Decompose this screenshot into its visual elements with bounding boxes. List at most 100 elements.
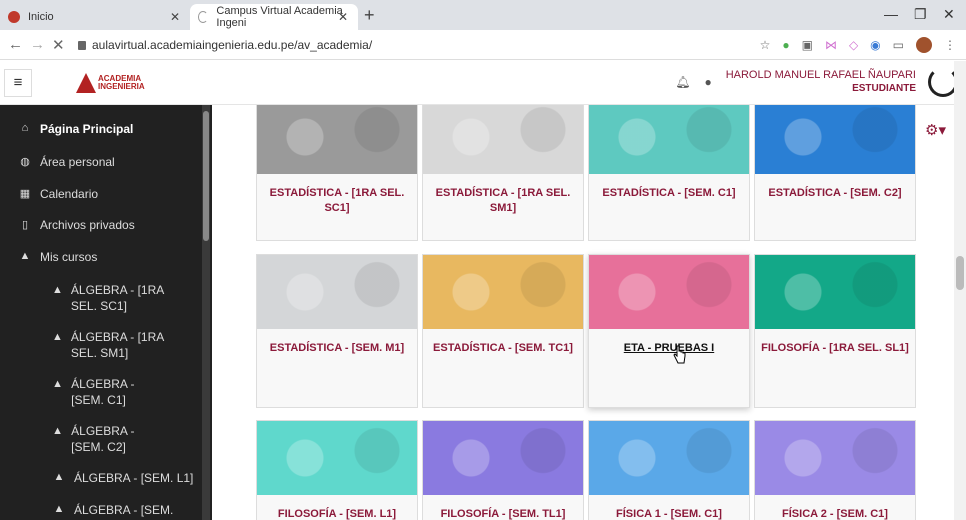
browser-tab-bar: Inicio ✕ Campus Virtual Academia Ingeni … — [0, 0, 966, 30]
sidebar-item-label: ÁLGEBRA - [SEM. C2] — [71, 424, 135, 454]
file-icon: ▯ — [21, 219, 29, 231]
course-image — [423, 255, 583, 329]
new-tab-button[interactable]: + — [364, 5, 375, 26]
course-image — [589, 255, 749, 329]
sidebar-item-mis-cursos[interactable]: ▲ Mis cursos — [18, 250, 212, 264]
course-title-link[interactable]: ESTADÍSTICA - [SEM. M1] — [257, 329, 417, 356]
bell-icon[interactable]: 🔔︎ — [675, 75, 690, 89]
site-favicon-icon — [8, 11, 20, 23]
user-area: 🔔︎ ● HAROLD MANUEL RAFAEL ÑAUPARI ESTUDI… — [675, 67, 958, 97]
home-icon: ⌂ — [21, 122, 29, 134]
course-image — [257, 105, 417, 174]
extension-icon[interactable]: ▣ — [802, 38, 813, 52]
tab-title: Campus Virtual Academia Ingeni — [216, 5, 343, 29]
sidebar-scrollbar[interactable] — [202, 105, 210, 520]
sidebar-item-area-personal[interactable]: ◍ Área personal — [18, 155, 212, 169]
hamburger-menu-button[interactable]: ≡ — [4, 69, 32, 97]
cast-icon[interactable]: ▭ — [893, 38, 904, 52]
extension-icon[interactable]: ◉ — [870, 38, 880, 52]
sidebar-item-label: Página Principal — [40, 122, 134, 136]
logo-line2: INGENIERIA — [98, 82, 145, 91]
course-title-link[interactable]: ETA - PRUEBAS I — [589, 329, 749, 356]
site-navbar: ≡ ACADEMIA INGENIERIA 🔔︎ ● HAROLD MANUEL… — [0, 61, 966, 105]
course-image — [257, 421, 417, 495]
course-card[interactable]: FILOSOFÍA - [SEM. L1] — [256, 420, 418, 520]
course-grid: ESTADÍSTICA - [1RA SEL. SC1] ESTADÍSTICA… — [212, 105, 954, 520]
sidebar-scroll-thumb[interactable] — [203, 111, 209, 241]
extension-icon[interactable]: ◇ — [849, 38, 858, 52]
tab-campus-virtual[interactable]: Campus Virtual Academia Ingeni ✕ — [190, 4, 358, 30]
page-scrollbar[interactable] — [954, 61, 966, 520]
sidebar-item-label: Mis cursos — [40, 250, 98, 264]
sidebar-item-pagina-principal[interactable]: ⌂ Página Principal — [18, 122, 212, 136]
course-card[interactable]: FILOSOFÍA - [1RA SEL. SL1] — [754, 254, 916, 408]
graduation-cap-icon: ▲ — [53, 503, 65, 515]
course-title-link[interactable]: ESTADÍSTICA - [SEM. C1] — [589, 174, 749, 201]
course-card[interactable]: ESTADÍSTICA - [SEM. TC1] — [422, 254, 584, 408]
star-icon[interactable]: ☆ — [760, 38, 771, 52]
close-window-icon[interactable]: ✕ — [943, 6, 955, 23]
close-tab-icon[interactable]: ✕ — [170, 10, 180, 24]
sidebar-item-label: ÁLGEBRA - [SEM. C1] — [71, 377, 135, 407]
course-title-link[interactable]: ESTADÍSTICA - [1RA SEL. SM1] — [423, 174, 583, 216]
extension-icon[interactable]: ● — [782, 38, 789, 52]
graduation-cap-icon: ▲ — [52, 425, 64, 437]
sidebar: ⌂ Página Principal ◍ Área personal ▦ Cal… — [0, 105, 212, 520]
course-card[interactable]: ESTADÍSTICA - [SEM. M1] — [256, 254, 418, 408]
graduation-cap-icon: ▲ — [53, 471, 65, 483]
sidebar-item-archivos-privados[interactable]: ▯ Archivos privados — [18, 218, 212, 232]
stop-icon[interactable]: ✕ — [52, 36, 65, 54]
hand-cursor-icon — [673, 345, 686, 364]
course-card[interactable]: ESTADÍSTICA - [SEM. C2] — [754, 105, 916, 241]
site-logo[interactable]: ACADEMIA INGENIERIA — [76, 73, 145, 93]
close-tab-icon[interactable]: ✕ — [338, 10, 348, 24]
address-bar-row: ← → ✕ aulavirtual.academiaingenieria.edu… — [0, 30, 966, 60]
menu-dots-icon[interactable]: ⋮ — [944, 38, 956, 52]
course-card[interactable]: FÍSICA 2 - [SEM. C1] — [754, 420, 916, 520]
course-image — [589, 105, 749, 174]
course-title-link[interactable]: FILOSOFÍA - [1RA SEL. SL1] — [755, 329, 915, 356]
forward-icon[interactable]: → — [30, 36, 45, 53]
url-field[interactable]: aulavirtual.academiaingenieria.edu.pe/av… — [78, 38, 372, 52]
graduation-cap-icon: ▲ — [52, 331, 63, 343]
course-title-link[interactable]: ESTADÍSTICA - [SEM. C2] — [755, 174, 915, 201]
sidebar-item-label: ÁLGEBRA - [SEM. L1] — [74, 471, 194, 485]
user-name: HAROLD MANUEL RAFAEL ÑAUPARI — [725, 69, 916, 81]
logo-icon — [76, 73, 96, 93]
sidebar-item-course[interactable]: ▲ ÁLGEBRA - [1RA SEL. SC1] — [52, 282, 172, 314]
sidebar-item-course[interactable]: ▲ ÁLGEBRA - [SEM. L1] — [52, 471, 202, 485]
course-card[interactable]: ESTADÍSTICA - [1RA SEL. SM1] — [422, 105, 584, 241]
course-title-link[interactable]: FÍSICA 2 - [SEM. C1] — [755, 495, 915, 520]
course-title-link[interactable]: FILOSOFÍA - [SEM. TL1] — [423, 495, 583, 520]
sidebar-item-course[interactable]: ▲ ÁLGEBRA - [1RA SEL. SM1] — [52, 329, 172, 361]
course-card[interactable]: ESTADÍSTICA - [1RA SEL. SC1] — [256, 105, 418, 241]
restore-icon[interactable]: ❐ — [914, 6, 927, 23]
sidebar-item-course[interactable]: ▲ ÁLGEBRA - [SEM. — [52, 503, 202, 517]
gear-icon[interactable]: ⚙▾ — [925, 121, 946, 139]
course-card[interactable]: ESTADÍSTICA - [SEM. C1] — [588, 105, 750, 241]
back-icon[interactable]: ← — [8, 36, 23, 53]
course-card[interactable]: FILOSOFÍA - [SEM. TL1] — [422, 420, 584, 520]
calendar-icon: ▦ — [19, 188, 31, 200]
course-card[interactable]: FÍSICA 1 - [SEM. C1] — [588, 420, 750, 520]
course-image — [755, 255, 915, 329]
sidebar-item-label: Archivos privados — [40, 218, 135, 232]
extension-icon[interactable]: ⋈ — [825, 38, 837, 52]
course-title-link[interactable]: FÍSICA 1 - [SEM. C1] — [589, 495, 749, 520]
sidebar-item-course[interactable]: ▲ ÁLGEBRA - [SEM. C1] — [52, 376, 168, 408]
user-menu[interactable]: HAROLD MANUEL RAFAEL ÑAUPARI ESTUDIANTE — [726, 68, 916, 96]
sidebar-item-course[interactable]: ▲ ÁLGEBRA - [SEM. C2] — [52, 423, 168, 455]
course-title-link[interactable]: ESTADÍSTICA - [1RA SEL. SC1] — [257, 174, 417, 216]
page-scroll-thumb[interactable] — [956, 256, 964, 290]
graduation-cap-icon: ▲ — [52, 378, 64, 390]
course-title-link[interactable]: FILOSOFÍA - [SEM. L1] — [257, 495, 417, 520]
course-title-link[interactable]: ESTADÍSTICA - [SEM. TC1] — [423, 329, 583, 356]
chat-icon[interactable]: ● — [704, 75, 711, 89]
tab-title: Inicio — [28, 11, 54, 23]
minimize-icon[interactable]: — — [884, 6, 898, 22]
profile-avatar-icon[interactable] — [916, 37, 932, 53]
course-card[interactable]: ETA - PRUEBAS I — [588, 254, 750, 408]
course-image — [423, 421, 583, 495]
sidebar-item-calendario[interactable]: ▦ Calendario — [18, 187, 212, 201]
tab-inicio[interactable]: Inicio ✕ — [0, 4, 190, 30]
